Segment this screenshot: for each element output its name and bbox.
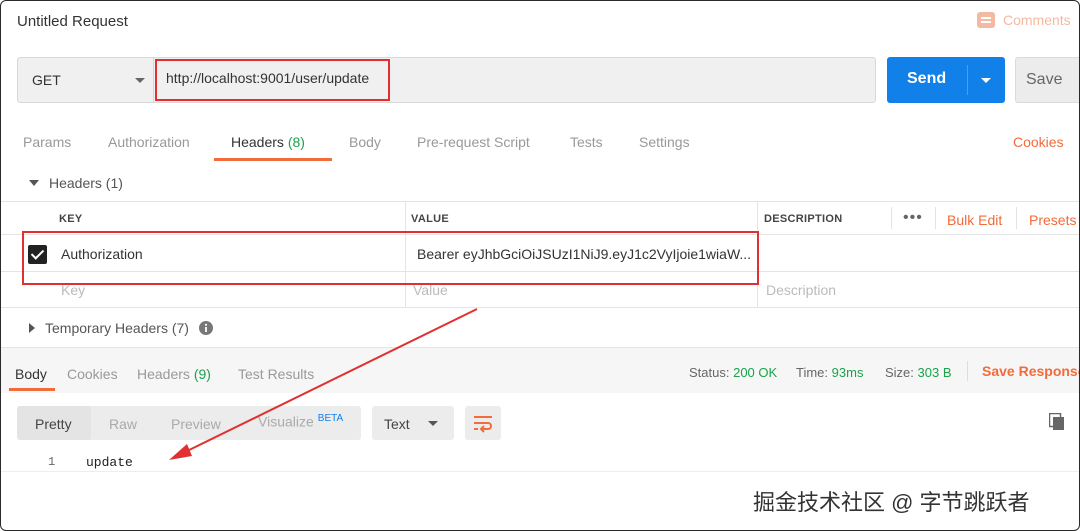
chevron-down-icon bbox=[428, 421, 438, 426]
response-tab-test-results[interactable]: Test Results bbox=[238, 366, 314, 382]
view-preview[interactable]: Preview bbox=[171, 416, 221, 432]
size-readout: Size: 303 B bbox=[885, 365, 952, 380]
column-value: VALUE bbox=[411, 213, 449, 225]
size-value: 303 B bbox=[917, 365, 952, 380]
response-body[interactable]: 1 update bbox=[1, 448, 1079, 472]
column-description: DESCRIPTION bbox=[764, 213, 843, 225]
tab-headers[interactable]: Headers (8) bbox=[231, 134, 305, 150]
annotation-box-url bbox=[155, 59, 390, 101]
url-bar: GET http://localhost:9001/user/update bbox=[17, 57, 876, 103]
status-readout: Status: 200 OK bbox=[689, 365, 777, 380]
tab-headers-label: Headers bbox=[231, 134, 284, 150]
size-label: Size: bbox=[885, 365, 914, 380]
tab-params[interactable]: Params bbox=[23, 134, 71, 150]
code-line: update bbox=[86, 455, 133, 470]
response-tab-cookies[interactable]: Cookies bbox=[67, 366, 118, 382]
status-divider bbox=[967, 361, 968, 381]
header-divider bbox=[1016, 207, 1017, 229]
status-value: 200 OK bbox=[733, 365, 778, 380]
method-value: GET bbox=[32, 72, 61, 88]
request-title[interactable]: Untitled Request bbox=[17, 13, 128, 30]
view-visualize[interactable]: Visualize BETA bbox=[258, 413, 343, 430]
comment-icon bbox=[977, 12, 995, 28]
annotation-box-header-row bbox=[22, 231, 759, 285]
tab-body[interactable]: Body bbox=[349, 134, 381, 150]
caret-down-icon bbox=[29, 180, 39, 186]
send-divider bbox=[967, 65, 968, 95]
bulk-edit-link[interactable]: Bulk Edit bbox=[947, 212, 1002, 228]
temporary-headers-label: Temporary Headers (7) bbox=[45, 320, 189, 336]
chevron-down-icon[interactable] bbox=[981, 78, 991, 83]
time-value: 93ms bbox=[831, 365, 864, 380]
method-select[interactable]: GET bbox=[18, 58, 154, 102]
tab-authorization[interactable]: Authorization bbox=[108, 134, 190, 150]
header-divider bbox=[935, 207, 936, 229]
send-button[interactable]: Send bbox=[887, 57, 1005, 103]
response-tab-headers-count: (9) bbox=[193, 366, 211, 382]
beta-badge: BETA bbox=[317, 413, 344, 424]
copy-icon[interactable] bbox=[1049, 413, 1065, 431]
postman-window: Untitled Request Comments GET http://loc… bbox=[0, 0, 1080, 531]
temporary-headers-toggle[interactable]: Temporary Headers (7) bbox=[29, 320, 213, 336]
view-pretty[interactable]: Pretty bbox=[35, 416, 72, 432]
active-tab-indicator bbox=[214, 158, 332, 161]
comments-label: Comments bbox=[1003, 12, 1071, 28]
tab-pre-request-script[interactable]: Pre-request Script bbox=[417, 134, 530, 150]
info-icon[interactable] bbox=[198, 321, 213, 335]
save-button[interactable]: Save bbox=[1015, 57, 1079, 103]
column-key: KEY bbox=[59, 213, 83, 225]
comments-button[interactable]: Comments bbox=[977, 12, 1071, 28]
save-response-button[interactable]: Save Response bbox=[982, 363, 1079, 379]
wrap-lines-button[interactable] bbox=[465, 406, 501, 440]
view-mode-bar: Pretty Raw Preview Visualize BETA bbox=[17, 406, 361, 440]
tab-settings[interactable]: Settings bbox=[639, 134, 690, 150]
headers-section-label: Headers (1) bbox=[49, 175, 123, 191]
save-label: Save bbox=[1026, 71, 1063, 88]
status-label: Status: bbox=[689, 365, 730, 380]
description-input[interactable]: Description bbox=[766, 282, 836, 298]
more-options-icon[interactable]: ••• bbox=[903, 209, 923, 227]
format-value: Text bbox=[384, 416, 410, 432]
format-select[interactable]: Text bbox=[372, 406, 454, 440]
view-visualize-label: Visualize bbox=[258, 413, 314, 430]
send-label: Send bbox=[907, 70, 947, 87]
watermark: 掘金技术社区 @ 字节跳跃者 bbox=[753, 490, 1030, 515]
time-label: Time: bbox=[796, 365, 829, 380]
caret-right-icon bbox=[29, 323, 35, 333]
tab-headers-count: (8) bbox=[287, 134, 305, 150]
headers-section-toggle[interactable]: Headers (1) bbox=[29, 175, 123, 191]
tab-tests[interactable]: Tests bbox=[570, 134, 603, 150]
response-tab-headers[interactable]: Headers (9) bbox=[137, 366, 211, 382]
time-readout: Time: 93ms bbox=[796, 365, 863, 380]
wrap-icon bbox=[474, 416, 492, 433]
title-row: Untitled Request Comments bbox=[1, 1, 1079, 45]
view-raw[interactable]: Raw bbox=[109, 416, 137, 432]
chevron-down-icon bbox=[135, 78, 145, 83]
response-tab-headers-label: Headers bbox=[137, 366, 190, 382]
active-response-tab-indicator bbox=[9, 388, 55, 391]
line-number: 1 bbox=[48, 455, 56, 469]
response-tab-body[interactable]: Body bbox=[15, 366, 47, 382]
header-divider bbox=[891, 207, 892, 229]
cookies-link[interactable]: Cookies bbox=[1013, 134, 1064, 150]
presets-link[interactable]: Presets bbox=[1029, 212, 1076, 228]
